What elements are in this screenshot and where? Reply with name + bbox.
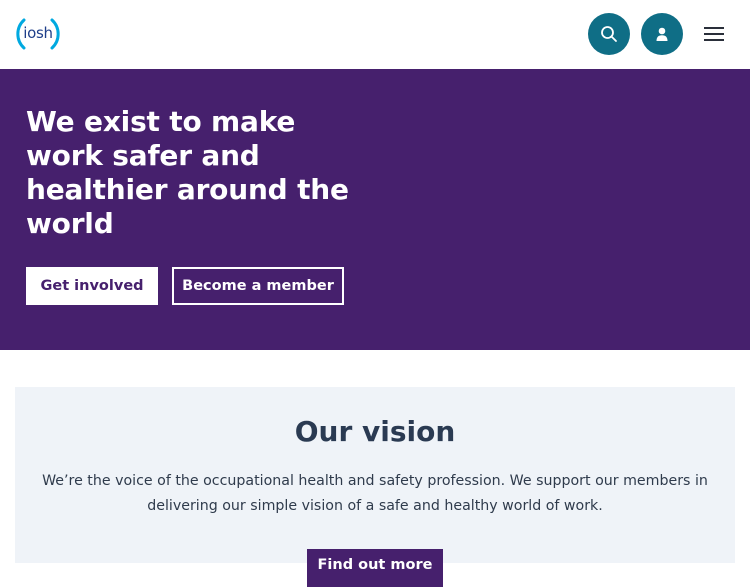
menu-button[interactable] xyxy=(700,20,730,48)
hamburger-menu-icon xyxy=(704,27,724,41)
vision-section: Our vision We’re the voice of the occupa… xyxy=(15,387,735,587)
vision-title: Our vision xyxy=(294,415,456,448)
hero-title: We exist to make work safer and healthie… xyxy=(26,105,349,240)
account-button[interactable] xyxy=(641,13,683,55)
logo-text: iosh xyxy=(23,24,53,42)
hero-banner: We exist to make work safer and healthie… xyxy=(0,69,750,350)
site-header: iosh xyxy=(0,0,750,69)
vision-text: We’re the voice of the occupational heal… xyxy=(42,473,708,514)
find-out-more-button[interactable]: Find out more xyxy=(307,549,443,587)
search-icon xyxy=(601,26,617,42)
get-involved-button[interactable]: Get involved xyxy=(26,267,158,305)
become-member-button[interactable]: Become a member xyxy=(172,267,344,305)
user-icon xyxy=(656,27,668,41)
search-button[interactable] xyxy=(588,13,630,55)
iosh-logo[interactable]: iosh xyxy=(14,12,62,56)
